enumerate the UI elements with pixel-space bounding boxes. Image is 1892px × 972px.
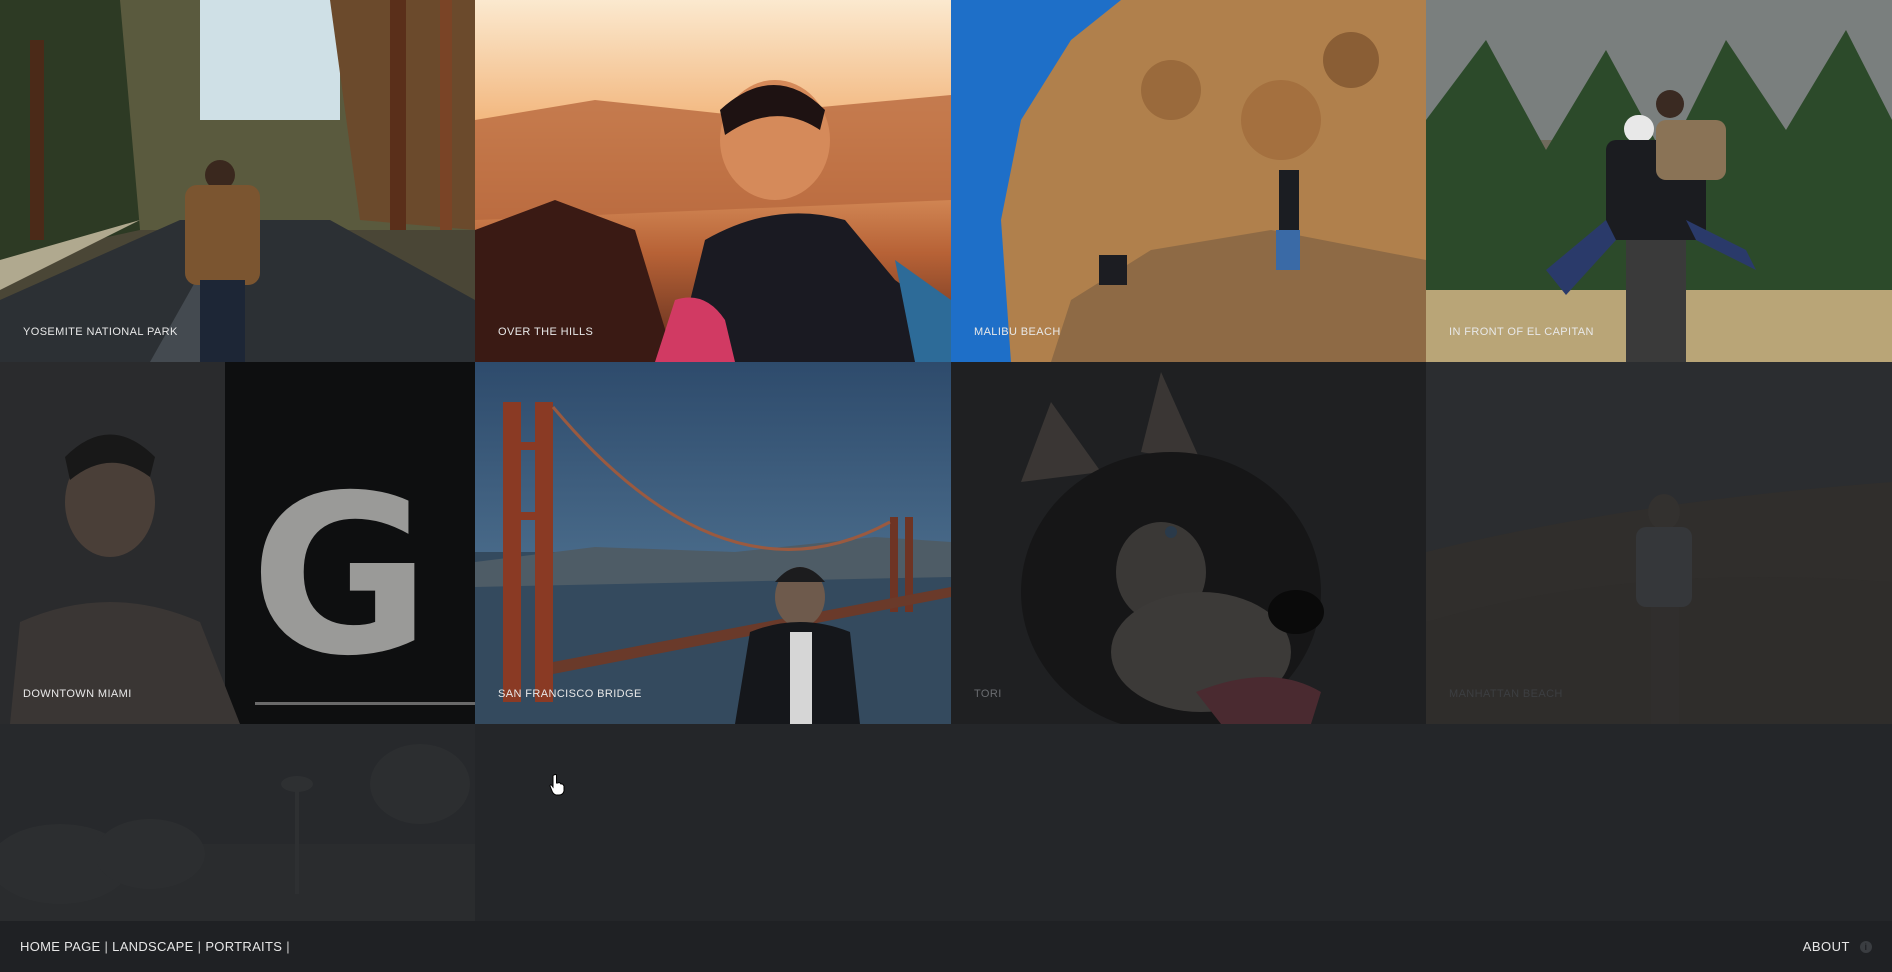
footer-nav: HOME PAGE | LANDSCAPE | PORTRAITS | xyxy=(20,939,290,954)
about-link[interactable]: ABOUT xyxy=(1803,939,1850,954)
photo-el-capitan xyxy=(1426,0,1892,362)
photo-manhattan-beach xyxy=(1426,362,1892,724)
tile-caption: San Francisco Bridge xyxy=(498,688,642,700)
photo-gallery: Yosemite National Park Over the Hills xyxy=(0,0,1892,921)
tile-caption: Manhattan Beach xyxy=(1449,688,1563,700)
empty-tile xyxy=(1426,724,1892,921)
hand-cursor-icon xyxy=(549,774,565,796)
photo-tile-el-capitan[interactable]: In Front of El Capitan xyxy=(1426,0,1892,362)
photo-tile-over-the-hills[interactable]: Over the Hills xyxy=(475,0,951,362)
tile-caption: Malibu Beach xyxy=(974,326,1061,338)
nav-link-landscape[interactable]: LANDSCAPE xyxy=(112,939,193,954)
photo-san-francisco-bridge xyxy=(475,362,951,724)
photo-downtown-miami: G xyxy=(0,362,475,724)
nav-separator: | xyxy=(197,939,202,954)
nav-link-home-page[interactable]: HOME PAGE xyxy=(20,939,100,954)
photo-tile-san-francisco-bridge[interactable]: San Francisco Bridge xyxy=(475,362,951,724)
photo-tile-downtown-miami[interactable]: G Downtown Miami xyxy=(0,362,475,724)
nav-separator: | xyxy=(104,939,109,954)
nav-link-portraits[interactable]: PORTRAITS xyxy=(205,939,282,954)
tile-caption: Downtown Miami xyxy=(23,688,132,700)
tile-caption: Yosemite National Park xyxy=(23,326,178,338)
empty-tile xyxy=(475,724,951,921)
empty-tile xyxy=(951,724,1426,921)
tile-caption: Over the Hills xyxy=(498,326,594,338)
info-icon[interactable]: i xyxy=(1860,940,1872,953)
photo-tile-tori[interactable]: Tori xyxy=(951,362,1426,724)
footer-bar: HOME PAGE | LANDSCAPE | PORTRAITS | ABOU… xyxy=(0,921,1892,972)
photo-tile-yosemite[interactable]: Yosemite National Park xyxy=(0,0,475,362)
about-section: ABOUT i xyxy=(1803,939,1872,954)
nav-separator: | xyxy=(286,939,290,954)
photo-palm-trees xyxy=(0,724,475,921)
photo-yosemite xyxy=(0,0,475,362)
photo-tile-palm-trees[interactable] xyxy=(0,724,475,921)
photo-tori xyxy=(951,362,1426,724)
photo-over-the-hills xyxy=(475,0,951,362)
tile-caption: Tori xyxy=(974,688,1002,700)
svg-text:G: G xyxy=(250,448,431,704)
photo-tile-malibu-beach[interactable]: Malibu Beach xyxy=(951,0,1426,362)
tile-caption: In Front of El Capitan xyxy=(1449,326,1594,338)
photo-tile-manhattan-beach[interactable]: Manhattan Beach xyxy=(1426,362,1892,724)
photo-malibu-beach xyxy=(951,0,1426,362)
